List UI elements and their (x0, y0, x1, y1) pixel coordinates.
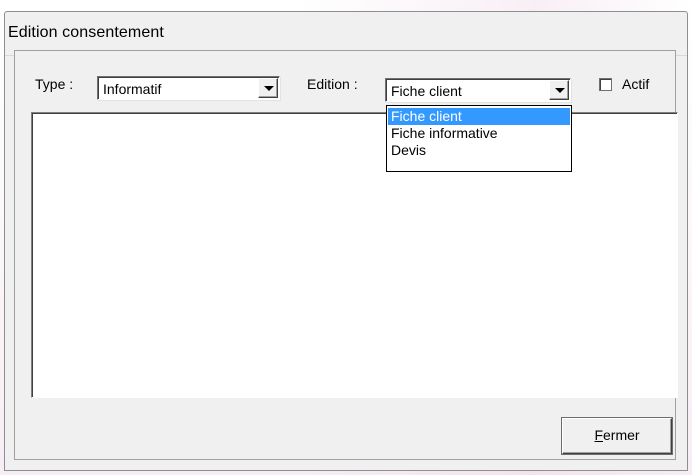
chevron-down-icon (264, 86, 274, 91)
content-textarea[interactable] (31, 112, 678, 398)
edition-option-devis[interactable]: Devis (388, 142, 570, 159)
edition-value: Fiche client (391, 83, 462, 99)
type-value: Informatif (103, 81, 162, 97)
type-combobox[interactable]: Informatif (97, 76, 280, 100)
window-title: Edition consentement (8, 24, 164, 41)
type-label: Type : (35, 76, 74, 92)
type-dropdown-button[interactable] (258, 78, 278, 98)
close-button-mnemonic: F (594, 427, 603, 443)
actif-checkbox[interactable] (599, 78, 612, 91)
chevron-down-icon (555, 88, 565, 93)
close-button-label: ermer (603, 427, 640, 443)
edition-option-fiche-client[interactable]: Fiche client (388, 108, 570, 125)
edition-combobox[interactable]: Fiche client (385, 78, 571, 102)
edition-dropdown-button[interactable] (549, 80, 569, 100)
actif-label[interactable]: Actif (622, 76, 649, 92)
edition-option-fiche-informative[interactable]: Fiche informative (388, 125, 570, 142)
edition-dropdown-list: Fiche client Fiche informative Devis (386, 105, 572, 172)
close-button[interactable]: Fermer (562, 418, 672, 454)
edition-label: Edition : (307, 76, 358, 92)
